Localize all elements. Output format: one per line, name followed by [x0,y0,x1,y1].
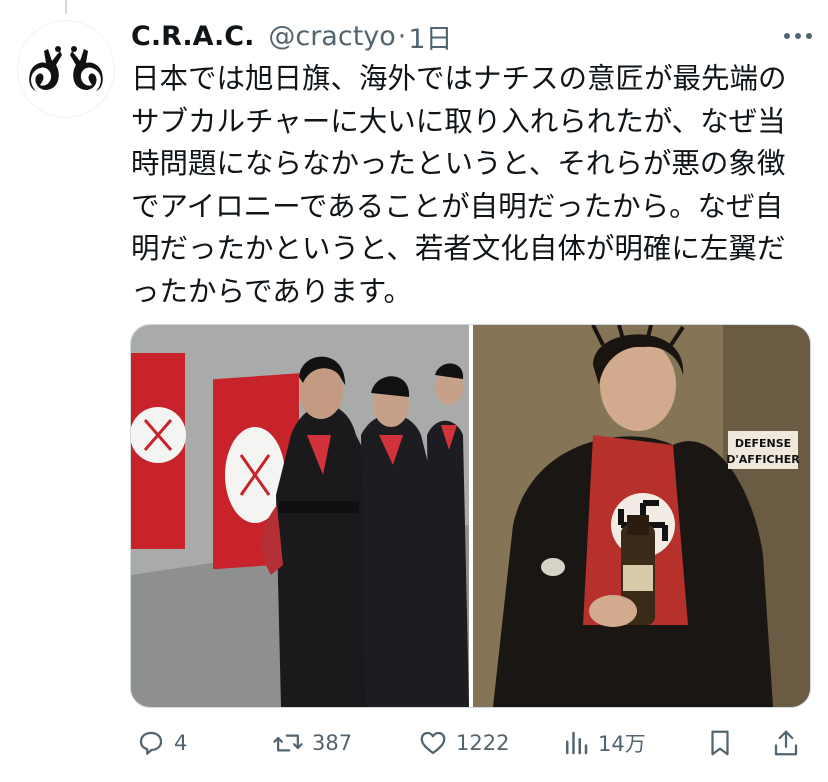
reply-icon [139,731,163,755]
thread-line [65,0,67,14]
user-handle[interactable]: @cractyo [268,21,395,52]
views-chart-icon [566,731,588,755]
media-grid: DEFENSE D'AFFICHER [130,324,811,708]
bookmark-icon [711,730,729,756]
views-button[interactable]: 14万 [562,720,646,766]
more-dots-icon [784,33,812,39]
retweet-count: 387 [312,731,353,755]
punk-portrait-image: DEFENSE D'AFFICHER [473,325,810,707]
group-photo-image [131,325,469,707]
avatar[interactable] [17,20,115,118]
views-count: 14万 [598,732,646,756]
share-icon [774,730,798,756]
reply-button[interactable]: 4 [136,720,187,766]
share-button[interactable] [772,720,800,766]
bookmark-button[interactable] [706,720,734,766]
sign-line-2: D'AFFICHER [726,453,800,466]
like-count: 1222 [456,731,510,755]
action-bar: 4 387 1222 14万 [130,720,810,766]
separator-dot: · [397,20,407,52]
photo-right[interactable]: DEFENSE D'AFFICHER [473,325,810,707]
photo-left[interactable] [131,325,469,707]
tweet-header: C.R.A.C. @cractyo · 1日 [131,16,453,56]
sign-line-1: DEFENSE [735,437,791,450]
ok-hands-logo-icon [29,46,103,91]
retweet-button[interactable]: 387 [272,720,352,766]
more-options-button[interactable] [776,20,820,52]
heart-icon [420,731,446,755]
tweet-text: 日本では旭日旗、海外ではナチスの意匠が最先端のサブカルチャーに大いに取り入れられ… [131,62,787,308]
retweet-icon [273,734,303,752]
display-name[interactable]: C.R.A.C. [131,21,254,52]
reply-count: 4 [174,731,188,755]
tweet-time[interactable]: 1日 [408,17,452,56]
like-button[interactable]: 1222 [418,720,509,766]
